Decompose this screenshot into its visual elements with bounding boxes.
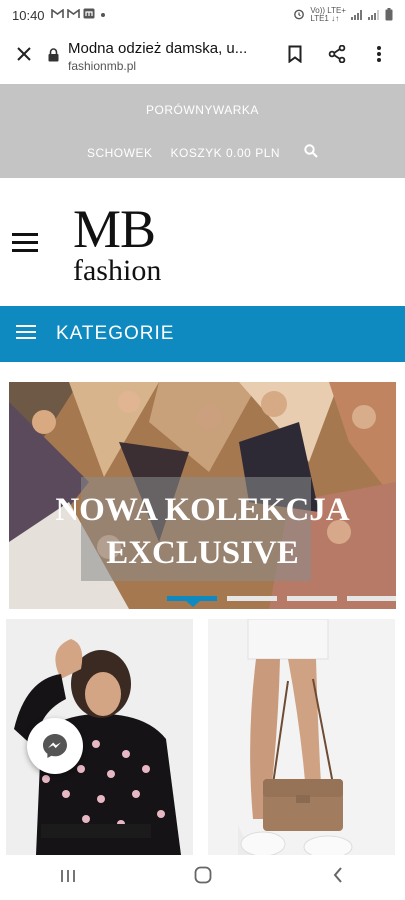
back-icon [333,867,342,883]
search-icon [304,144,318,158]
menu-button[interactable] [12,233,38,257]
category-label: KATEGORIE [56,323,175,344]
signal-icon [351,10,363,20]
site-top-bar: PORÓWNYWARKA SCHOWEK KOSZYK 0.00 PLN [0,84,405,178]
slider-dot[interactable] [227,596,277,601]
hamburger-line [12,233,38,236]
bookmark-button[interactable] [285,45,305,68]
status-right-icons: Vo)) LTE+ LTE1 ↓↑ [293,7,393,23]
gmail-icon [50,7,64,22]
logo-mb: MB [73,199,156,259]
bookmark-icon [288,45,302,63]
share-icon [328,44,346,63]
hamburger-line [12,249,38,252]
slider-dot[interactable] [287,596,337,601]
recent-apps-button[interactable] [53,867,83,888]
notification-dot-icon [100,13,105,17]
slider-dot[interactable] [347,596,396,601]
signal-icon [368,10,380,20]
home-button[interactable] [188,866,218,889]
network-label-bottom: LTE1 ↓↑ [310,14,340,23]
gmail-icon [66,7,80,22]
back-button[interactable] [323,867,353,888]
category-menu-icon [16,325,36,343]
close-tab-button[interactable] [0,45,48,68]
messenger-icon [43,734,67,758]
logo-row: MB fashion [0,178,405,306]
more-options-button[interactable] [369,45,389,68]
banner-headline: NOWA KOLEKCJA [55,492,350,528]
search-button[interactable] [304,144,318,161]
hero-banner[interactable]: NOWA KOLEKCJA EXCLUSIVE [9,382,396,609]
browser-toolbar: Modna odzież damska, u... fashionmb.pl [0,30,405,82]
recent-apps-icon [60,870,75,882]
more-vert-icon [377,45,381,62]
system-nav-bar [0,855,405,900]
logo-fashion: fashion [73,254,162,287]
banner-subheadline: EXCLUSIVE [106,535,299,571]
clipboard-link[interactable]: SCHOWEK [87,146,153,160]
category-bar[interactable]: KATEGORIE [0,306,405,362]
site-logo[interactable]: MB fashion [73,202,183,286]
messenger-chat-button[interactable] [27,718,83,774]
compare-link[interactable]: PORÓWNYWARKA [0,103,405,117]
hamburger-line [12,241,38,244]
notification-icons [50,7,105,22]
address-bar[interactable]: Modna odzież damska, u... fashionmb.pl [68,40,285,73]
active-slide-marker [186,601,200,607]
app-icon [83,8,95,22]
share-button[interactable] [327,44,347,68]
status-bar: 10:40 Vo)) LTE+ LTE1 ↓↑ [0,0,405,30]
battery-icon [385,7,393,23]
alarm-icon [293,8,305,22]
lock-icon [48,47,62,65]
page-title: Modna odzież damska, u... [68,39,248,57]
page-domain: fashionmb.pl [68,58,137,73]
cart-link[interactable]: KOSZYK 0.00 PLN [170,146,280,160]
slider-dots [167,596,396,607]
status-time: 10:40 [12,7,45,23]
product-image [208,619,395,855]
home-icon [194,866,211,884]
close-icon [17,46,31,61]
product-tile[interactable] [208,619,395,855]
